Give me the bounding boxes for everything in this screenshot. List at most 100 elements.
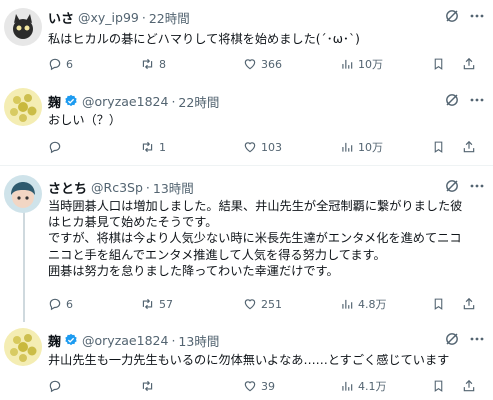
tweet[interactable]: さとち @Rc3Sp · 13時間 当時囲碁人口は増加しました。結果、井山先生が… bbox=[0, 166, 493, 320]
views-button[interactable]: 4.1万 bbox=[340, 378, 387, 394]
like-count: 251 bbox=[261, 297, 282, 311]
reply-icon bbox=[49, 58, 61, 71]
grok-icon[interactable] bbox=[445, 9, 459, 23]
repost-count: 1 bbox=[159, 140, 166, 154]
bookmark-button[interactable] bbox=[432, 378, 445, 394]
tweet-text-line: はヒカ碁見て始めたそうです。 bbox=[48, 215, 218, 230]
views-count: 10万 bbox=[358, 141, 383, 154]
share-icon bbox=[463, 297, 475, 310]
timestamp[interactable]: 22時間 bbox=[149, 8, 190, 27]
share-button[interactable] bbox=[462, 139, 476, 155]
tweet-actions: 39 4.1万 bbox=[48, 378, 488, 394]
repost-count: 8 bbox=[159, 57, 166, 71]
share-button[interactable] bbox=[462, 378, 476, 394]
repost-button[interactable] bbox=[140, 378, 159, 394]
tweet-text: おしい（？） bbox=[48, 113, 122, 127]
tweet[interactable]: 麹 @oryzae1824 · 22時間 おしい（？） 1 103 10万 bbox=[0, 80, 493, 161]
author-name[interactable]: 麹 bbox=[48, 331, 61, 350]
share-button[interactable] bbox=[462, 296, 476, 312]
avatar[interactable] bbox=[4, 8, 42, 46]
reply-button[interactable] bbox=[48, 139, 66, 155]
views-button[interactable]: 4.8万 bbox=[340, 296, 387, 312]
author-name[interactable]: 麹 bbox=[48, 92, 61, 111]
grok-icon[interactable] bbox=[445, 93, 459, 107]
separator-dot: · bbox=[171, 332, 176, 348]
reply-button[interactable]: 6 bbox=[48, 56, 73, 72]
timestamp[interactable]: 13時間 bbox=[178, 331, 219, 350]
more-icon[interactable] bbox=[469, 93, 485, 107]
views-button[interactable]: 10万 bbox=[340, 139, 383, 155]
like-icon bbox=[244, 381, 256, 392]
repost-icon bbox=[142, 298, 153, 310]
more-icon[interactable] bbox=[469, 332, 485, 346]
repost-button[interactable]: 1 bbox=[140, 139, 166, 155]
tweet-actions: 6 57 251 4.8万 bbox=[48, 296, 488, 312]
share-icon bbox=[463, 379, 475, 392]
reply-button[interactable]: 6 bbox=[48, 296, 73, 312]
like-button[interactable]: 366 bbox=[243, 56, 282, 72]
share-icon bbox=[463, 57, 475, 70]
timestamp[interactable]: 22時間 bbox=[178, 92, 219, 111]
like-count: 103 bbox=[261, 140, 282, 154]
tweet-actions: 1 103 10万 bbox=[48, 139, 488, 155]
like-button[interactable]: 103 bbox=[243, 139, 282, 155]
share-button[interactable] bbox=[462, 56, 476, 72]
reply-count: 6 bbox=[66, 297, 73, 311]
bookmark-icon bbox=[434, 141, 443, 153]
avatar[interactable] bbox=[4, 175, 42, 213]
views-count: 4.8万 bbox=[358, 298, 387, 311]
like-count: 366 bbox=[261, 57, 282, 71]
repost-icon bbox=[142, 380, 153, 392]
author-handle[interactable]: @Rc3Sp bbox=[91, 180, 143, 195]
separator-dot: · bbox=[171, 93, 176, 109]
more-icon[interactable] bbox=[469, 9, 485, 23]
share-icon bbox=[463, 140, 475, 153]
repost-button[interactable]: 57 bbox=[140, 296, 173, 312]
like-icon bbox=[244, 142, 256, 153]
reply-icon bbox=[49, 141, 61, 154]
more-icon[interactable] bbox=[469, 179, 485, 193]
tweet-text-line: ニコと手を組んでエンタメ推進して人気を得る努力してます。 bbox=[48, 247, 386, 262]
avatar[interactable] bbox=[4, 328, 42, 366]
tweet-text: 私はヒカルの碁にどハマりして将棋を始めました(´･ω･`) bbox=[48, 32, 360, 46]
views-icon bbox=[342, 142, 353, 152]
grok-icon[interactable] bbox=[445, 332, 459, 346]
separator-dot: · bbox=[145, 179, 150, 195]
repost-icon bbox=[142, 58, 153, 70]
views-count: 10万 bbox=[358, 58, 383, 71]
bookmark-icon bbox=[434, 298, 443, 310]
views-button[interactable]: 10万 bbox=[340, 56, 383, 72]
like-button[interactable]: 39 bbox=[243, 378, 275, 394]
views-icon bbox=[342, 381, 353, 391]
verified-badge-icon bbox=[64, 333, 78, 347]
reply-icon bbox=[49, 380, 61, 393]
views-icon bbox=[342, 59, 353, 69]
tweet-actions: 6 8 366 10万 bbox=[48, 56, 488, 72]
author-name[interactable]: さとち bbox=[48, 178, 87, 197]
tweet-text-line: ですが、将棋は今より人気少ない時に米長先生達がエンタメ化を進めてニコ bbox=[48, 231, 462, 246]
avatar[interactable] bbox=[4, 88, 42, 126]
bookmark-button[interactable] bbox=[432, 296, 445, 312]
reply-button[interactable] bbox=[48, 378, 66, 394]
bookmark-icon bbox=[434, 58, 443, 70]
like-icon bbox=[244, 299, 256, 310]
views-icon bbox=[342, 299, 353, 309]
views-count: 4.1万 bbox=[358, 380, 387, 393]
grok-icon[interactable] bbox=[445, 179, 459, 193]
author-handle[interactable]: @xy_ip99 bbox=[78, 10, 139, 25]
bookmark-button[interactable] bbox=[432, 56, 445, 72]
repost-button[interactable]: 8 bbox=[140, 56, 166, 72]
like-button[interactable]: 251 bbox=[243, 296, 282, 312]
reply-count: 6 bbox=[66, 57, 73, 71]
tweet[interactable]: いさ @xy_ip99 · 22時間 私はヒカルの碁にどハマりして将棋を始めまし… bbox=[0, 0, 493, 80]
repost-icon bbox=[142, 141, 153, 153]
author-handle[interactable]: @oryzae1824 bbox=[82, 333, 168, 348]
bookmark-icon bbox=[434, 380, 443, 392]
author-name[interactable]: いさ bbox=[48, 8, 74, 27]
timestamp[interactable]: 13時間 bbox=[153, 178, 194, 197]
separator-dot: · bbox=[141, 9, 146, 25]
tweet[interactable]: 麹 @oryzae1824 · 13時間 井山先生も一力先生もいるのに勿体無いよ… bbox=[0, 320, 493, 400]
author-handle[interactable]: @oryzae1824 bbox=[82, 94, 168, 109]
bookmark-button[interactable] bbox=[432, 139, 445, 155]
tweet-text-line: 当時囲碁人口は増加しました。結果、井山先生が全冠制覇に繋がりました彼 bbox=[48, 199, 463, 213]
